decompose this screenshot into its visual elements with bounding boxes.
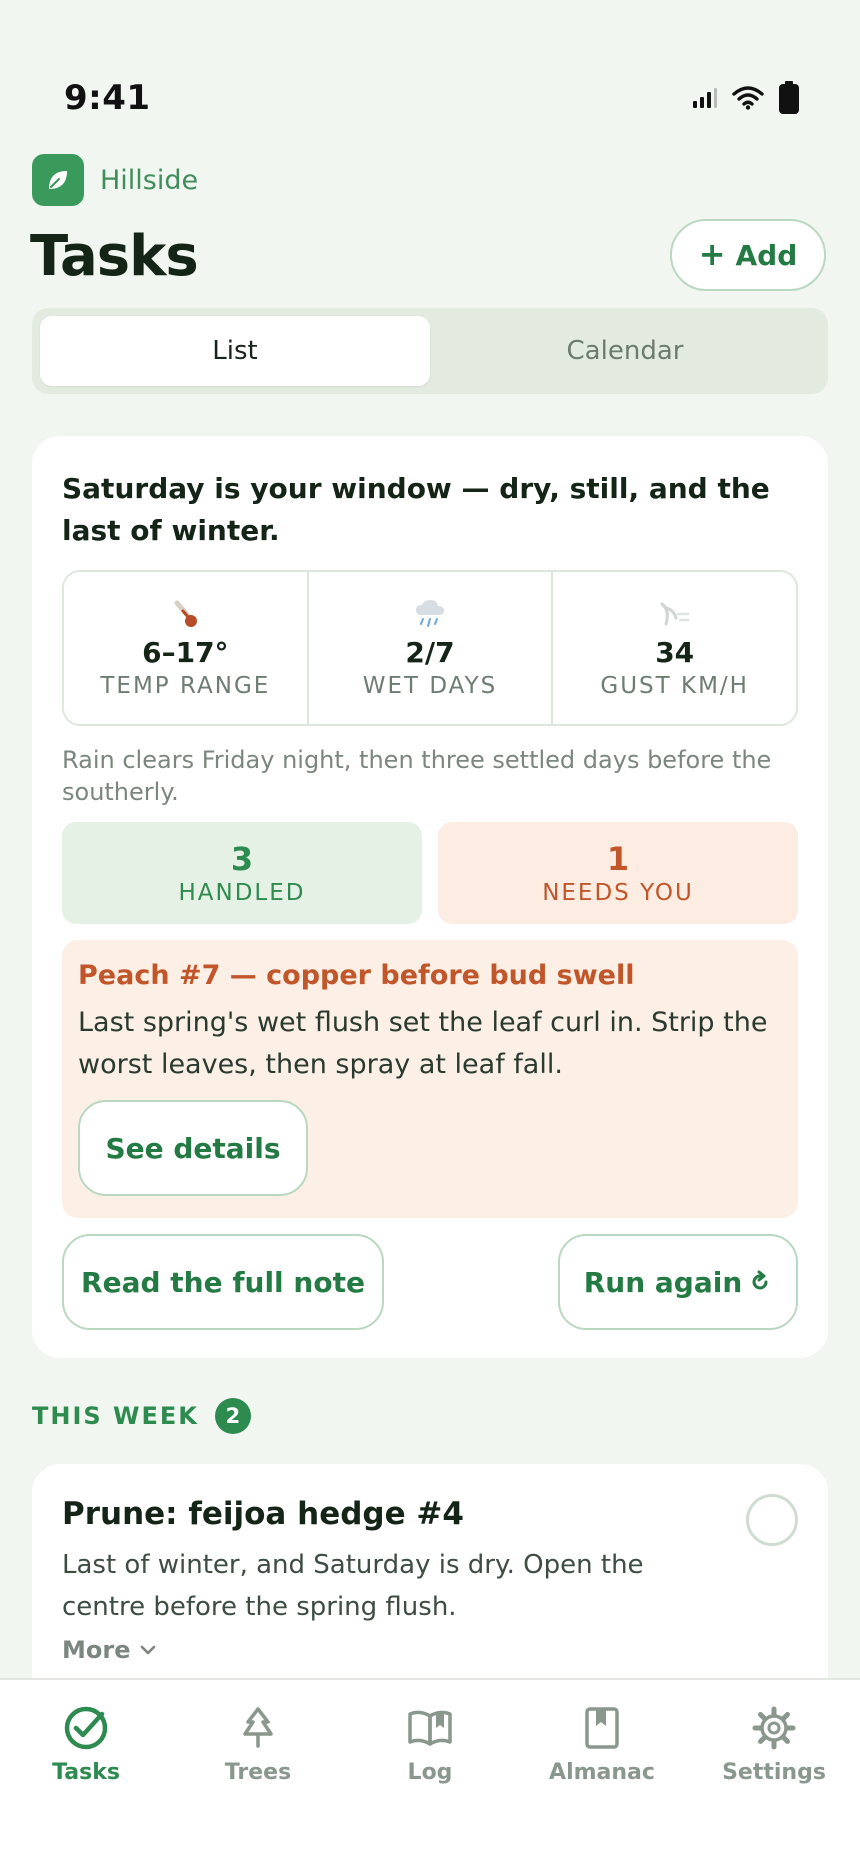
page-title: Tasks bbox=[30, 224, 199, 289]
refresh-icon bbox=[752, 1270, 768, 1290]
gear-icon bbox=[752, 1702, 796, 1754]
rain-cloud-icon bbox=[413, 598, 447, 632]
task-stats: 3 HANDLED 1 NEEDS YOU bbox=[62, 822, 798, 924]
brand-row: Hillside bbox=[32, 154, 198, 206]
alert-body: Last spring's wet flush set the leaf cur… bbox=[78, 1007, 768, 1080]
thermometer-icon bbox=[171, 598, 199, 632]
run-again-button[interactable]: Run again bbox=[558, 1234, 798, 1330]
wind-icon bbox=[658, 598, 692, 632]
task-title: Prune: feijoa hedge #4 bbox=[62, 1496, 464, 1532]
status-bar: 9:41 bbox=[64, 76, 800, 120]
metric-gust: 34 GUST KM/H bbox=[551, 572, 796, 724]
section-title: THIS WEEK bbox=[32, 1402, 199, 1430]
more-label: More bbox=[62, 1636, 131, 1664]
count-badge: 2 bbox=[214, 1398, 251, 1434]
book-open-icon bbox=[406, 1702, 454, 1754]
needs-you-stat[interactable]: 1 NEEDS YOU bbox=[438, 822, 798, 924]
handled-count: 3 bbox=[230, 840, 254, 878]
tab-log[interactable]: Log bbox=[344, 1680, 516, 1864]
tab-label: Tasks bbox=[52, 1760, 120, 1785]
task-complete-checkbox[interactable] bbox=[746, 1494, 798, 1546]
forecast-text: Rain clears Friday night, then three set… bbox=[62, 746, 772, 806]
chevron-down-icon bbox=[141, 1645, 156, 1655]
metric-value: 6–17° bbox=[142, 635, 229, 669]
metric-label: WET DAYS bbox=[362, 672, 498, 699]
brand-name: Hillside bbox=[100, 164, 199, 196]
tab-almanac[interactable]: Almanac bbox=[516, 1680, 688, 1864]
status-icons bbox=[692, 81, 800, 115]
weather-summary-card: Saturday is your window — dry, still, an… bbox=[32, 436, 828, 1358]
check-circle-icon bbox=[62, 1702, 110, 1754]
alert-title: Peach #7 — copper before bud swell bbox=[78, 960, 635, 991]
app-screen: 9:41 Hillside Tasks + Add List Calendar … bbox=[0, 0, 860, 1864]
tab-calendar[interactable]: Calendar bbox=[430, 316, 820, 386]
metric-label: TEMP RANGE bbox=[100, 672, 271, 699]
tab-trees[interactable]: Trees bbox=[172, 1680, 344, 1864]
see-details-button[interactable]: See details bbox=[78, 1100, 308, 1196]
tab-label: Settings bbox=[722, 1760, 826, 1785]
metric-wet-days: 2/7 WET DAYS bbox=[306, 572, 552, 724]
battery-icon bbox=[779, 81, 799, 114]
add-button-label: Add bbox=[735, 238, 798, 272]
run-again-label: Run again bbox=[583, 1265, 743, 1299]
tab-label: Trees bbox=[224, 1760, 292, 1785]
tab-label: Log bbox=[407, 1760, 453, 1785]
tab-settings[interactable]: Settings bbox=[688, 1680, 860, 1864]
tree-icon bbox=[238, 1702, 278, 1754]
read-full-note-button[interactable]: Read the full note bbox=[62, 1234, 384, 1330]
weather-metrics: 6–17° TEMP RANGE 2/7 WET DAYS 34 GUST KM… bbox=[62, 570, 798, 726]
tab-tasks[interactable]: Tasks bbox=[0, 1680, 172, 1864]
needs-you-count: 1 bbox=[606, 840, 630, 878]
handled-stat[interactable]: 3 HANDLED bbox=[62, 822, 422, 924]
handled-label: HANDLED bbox=[178, 880, 306, 906]
more-toggle[interactable]: More bbox=[62, 1636, 156, 1664]
tab-list[interactable]: List bbox=[40, 316, 430, 386]
bookmark-book-icon bbox=[584, 1702, 620, 1754]
card-actions: Read the full note Run again bbox=[62, 1234, 798, 1330]
metric-value: 34 bbox=[655, 635, 695, 669]
this-week-header: THIS WEEK 2 bbox=[32, 1398, 251, 1434]
needs-you-label: NEEDS YOU bbox=[542, 880, 694, 906]
plus-icon: + bbox=[698, 234, 726, 273]
metric-value: 2/7 bbox=[405, 635, 455, 669]
wifi-icon bbox=[732, 86, 764, 110]
cellular-signal-icon bbox=[693, 88, 717, 108]
metric-temp-range: 6–17° TEMP RANGE bbox=[64, 572, 307, 724]
add-task-button[interactable]: + Add bbox=[670, 219, 826, 291]
status-time: 9:41 bbox=[64, 78, 151, 118]
leaf-icon bbox=[32, 154, 84, 206]
bottom-tab-bar: Tasks Trees Log Almanac Settings bbox=[0, 1678, 860, 1864]
summary-headline: Saturday is your window — dry, still, an… bbox=[62, 472, 770, 547]
tab-label: Almanac bbox=[549, 1760, 655, 1785]
attention-alert: Peach #7 — copper before bud swell Last … bbox=[62, 940, 798, 1218]
task-description: Last of winter, and Saturday is dry. Ope… bbox=[62, 1550, 644, 1622]
view-toggle: List Calendar bbox=[32, 308, 828, 394]
metric-label: GUST KM/H bbox=[600, 672, 749, 699]
